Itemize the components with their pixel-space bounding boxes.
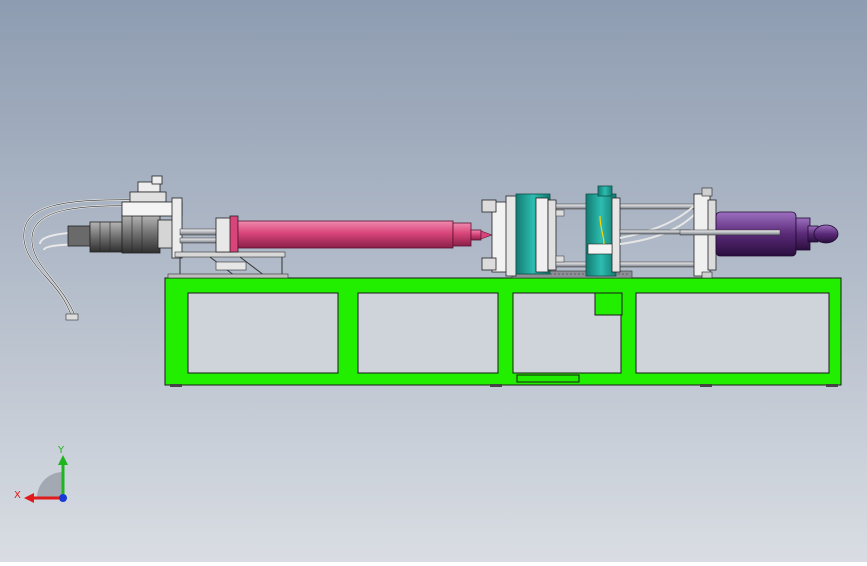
moving-platen[interactable] [585,185,621,277]
mould-block[interactable] [515,193,557,275]
cad-viewport[interactable]: Y X [0,0,867,562]
injection-barrel[interactable] [237,220,493,249]
z-axis-dot [59,494,67,502]
y-axis-label: Y [57,445,65,456]
injection-rod [179,228,221,236]
x-axis-label: X [14,490,21,501]
hose-fitting [65,313,79,321]
model-canvas[interactable]: Y X [0,0,867,562]
barrel-flange[interactable] [215,215,239,253]
machine-base-frame[interactable] [164,270,842,387]
